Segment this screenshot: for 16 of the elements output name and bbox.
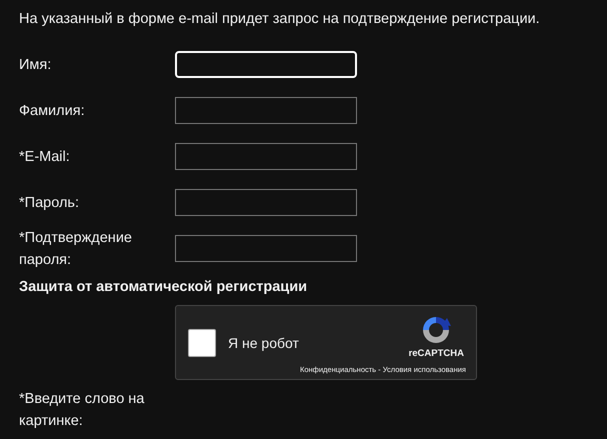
captcha-brand: reCAPTCHA	[408, 348, 464, 359]
field-label: *E-Mail:	[19, 148, 71, 166]
input-field[interactable]	[175, 189, 357, 216]
input-field[interactable]	[175, 97, 357, 124]
field-label: Фамилия:	[19, 102, 86, 120]
field-label: *Пароль:	[19, 194, 80, 212]
captcha-checkbox[interactable]	[188, 328, 216, 356]
field-label: *Введите слово на картинке:	[19, 390, 146, 431]
captcha-label: Я не робот	[228, 334, 299, 350]
recaptcha-logo-icon	[420, 314, 452, 346]
field-label: Имя:	[19, 56, 52, 74]
input-field[interactable]	[175, 143, 357, 170]
intro-text: На указанный в форме e-mail придет запрос на подтверждение регистрации.	[19, 10, 541, 29]
field-label: *Подтверждение пароля:	[19, 228, 133, 270]
input-field[interactable]	[175, 235, 357, 262]
section-heading: Защита от автоматической регистрации	[19, 278, 308, 297]
